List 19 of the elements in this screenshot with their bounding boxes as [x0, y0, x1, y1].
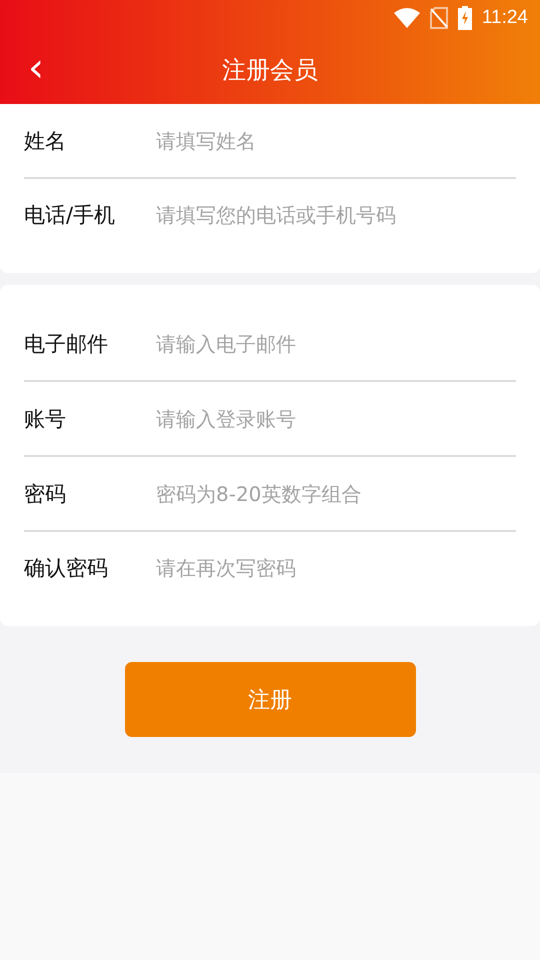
- register-button[interactable]: 注册: [124, 662, 416, 737]
- battery-charging-icon: [458, 6, 472, 30]
- input-field[interactable]: 请输入登录账号: [156, 402, 516, 434]
- back-button[interactable]: ‹: [22, 48, 50, 88]
- input-field[interactable]: 请输入电子邮件: [156, 328, 516, 360]
- field-label: 电话/手机: [24, 202, 116, 229]
- field-label: 姓名: [24, 128, 67, 154]
- page-title: 注册会员: [222, 55, 318, 86]
- field-label: 确认密码: [24, 555, 109, 582]
- field-label: 账号: [24, 406, 67, 432]
- field-label: 密码: [24, 480, 67, 508]
- status-time: 11:24: [482, 7, 528, 29]
- input-field[interactable]: 请填写您的电话或手机号码: [156, 199, 516, 231]
- input-field[interactable]: 密码为8-20英数字组合: [156, 478, 516, 510]
- input-field[interactable]: 请在再次写密码: [156, 552, 516, 584]
- wifi-icon: [394, 8, 420, 28]
- field-label: 电子邮件: [24, 330, 109, 358]
- no-sim-icon: [430, 7, 448, 29]
- input-field[interactable]: 请填写姓名: [156, 124, 516, 156]
